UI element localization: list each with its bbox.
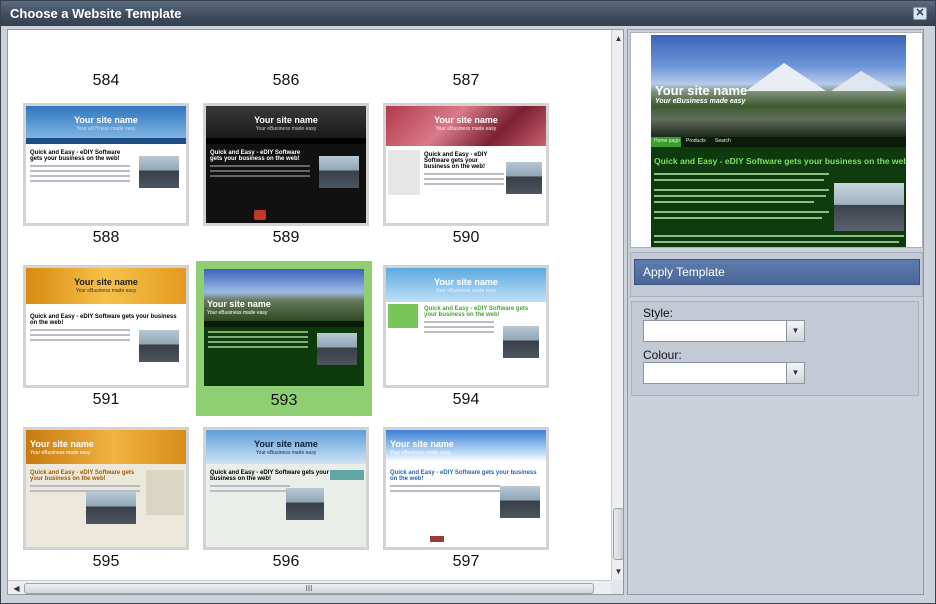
template-thumbnail[interactable]: Your site name Your eBusiness made easy: [201, 266, 367, 389]
template-tile-597[interactable]: Your site name Your eBusiness made easy …: [378, 422, 554, 577]
template-tile-588[interactable]: Your site name Your eDIYness made easy Q…: [18, 98, 194, 253]
template-details-panel: Your site name Your eBusiness made easy …: [627, 29, 924, 595]
template-number: 596: [272, 553, 300, 570]
apply-template-button[interactable]: Apply Template: [634, 259, 920, 285]
chevron-down-icon[interactable]: ▼: [786, 363, 804, 383]
preview-slogan: Your eBusiness made easy: [655, 98, 746, 105]
template-tile-594[interactable]: Your site name Your eBusiness made easy …: [378, 260, 554, 415]
template-number: 584: [92, 72, 120, 89]
template-tile-590[interactable]: Your site name Your eBusiness made easy …: [378, 98, 554, 253]
template-tile-593-selected[interactable]: Your site name Your eBusiness made easy …: [196, 261, 372, 416]
template-number: 595: [92, 553, 120, 570]
style-select[interactable]: ▼: [643, 320, 805, 342]
vertical-scrollbar[interactable]: ▲ ▼: [611, 30, 623, 580]
template-tile-595[interactable]: Your site name Your eBusiness made easy …: [18, 422, 194, 577]
template-thumbnail[interactable]: Your site name Your eBusiness made easy …: [383, 427, 549, 550]
template-thumbnail[interactable]: Your site name Your eBusiness made easy …: [383, 265, 549, 388]
window-title: Choose a Website Template: [10, 6, 182, 21]
preview-heading: Quick and Easy - eDIY Software gets your…: [654, 156, 906, 166]
template-thumbnail[interactable]: Your site name Your eBusiness made easy …: [203, 427, 369, 550]
scroll-corner: [611, 580, 623, 594]
template-options: Style: ▼ Colour: ▼: [631, 301, 919, 396]
template-tile-596[interactable]: Your site name Your eBusiness made easy …: [198, 422, 374, 577]
close-icon[interactable]: ✕: [913, 7, 927, 20]
preview-photo: [834, 183, 904, 231]
horizontal-scroll-thumb[interactable]: III: [24, 583, 594, 594]
template-number: 593: [270, 392, 298, 409]
scroll-left-arrow-icon[interactable]: ◀: [12, 584, 21, 593]
template-tile-584[interactable]: 584: [18, 30, 194, 96]
template-thumbnail[interactable]: Your site name Your eBusiness made easy …: [23, 265, 189, 388]
colour-label: Colour:: [643, 348, 682, 362]
template-tile-591[interactable]: Your site name Your eBusiness made easy …: [18, 260, 194, 415]
template-number: 590: [452, 229, 480, 246]
template-thumbnail[interactable]: Your site name Your eDIYness made easy Q…: [23, 103, 189, 226]
window-titlebar: Choose a Website Template ✕: [1, 1, 935, 26]
template-gallery: 584 586 587 Your site name Your eDIYness…: [7, 29, 624, 595]
horizontal-scrollbar[interactable]: ◀ III ▶: [8, 580, 611, 594]
template-tile-589[interactable]: Your site name Your eBusiness made easy …: [198, 98, 374, 253]
template-number: 587: [452, 72, 480, 89]
style-label: Style:: [643, 306, 674, 320]
template-thumbnail[interactable]: Your site name Your eBusiness made easy …: [203, 103, 369, 226]
template-thumbnail[interactable]: Your site name Your eBusiness made easy …: [23, 427, 189, 550]
template-number: 591: [92, 391, 120, 408]
template-number: 594: [452, 391, 480, 408]
colour-select[interactable]: ▼: [643, 362, 805, 384]
template-chooser-window: Choose a Website Template ✕ 584 586 587 …: [0, 0, 936, 604]
template-number: 588: [92, 229, 120, 246]
scroll-up-arrow-icon[interactable]: ▲: [614, 34, 623, 43]
preview-body: Quick and Easy - eDIY Software gets your…: [651, 147, 906, 247]
template-preview: Your site name Your eBusiness made easy …: [651, 35, 906, 247]
scroll-down-arrow-icon[interactable]: ▼: [614, 567, 623, 576]
template-number: 586: [272, 72, 300, 89]
preview-header-image: Your site name Your eBusiness made easy: [651, 35, 906, 137]
template-preview-frame: Your site name Your eBusiness made easy …: [630, 32, 923, 248]
preview-nav: Home page Products Search: [651, 137, 906, 147]
scroll-grip-icon: III: [305, 584, 313, 593]
chevron-down-icon[interactable]: ▼: [786, 321, 804, 341]
template-thumbnail[interactable]: Your site name Your eBusiness made easy …: [383, 103, 549, 226]
template-number: 597: [452, 553, 480, 570]
vertical-scroll-thumb[interactable]: [613, 508, 623, 560]
template-number: 589: [272, 229, 300, 246]
preview-site-name: Your site name: [655, 83, 748, 98]
template-tile-587[interactable]: 587: [378, 30, 554, 96]
apply-section: Apply Template: [630, 252, 923, 297]
template-tile-586[interactable]: 586: [198, 30, 374, 96]
